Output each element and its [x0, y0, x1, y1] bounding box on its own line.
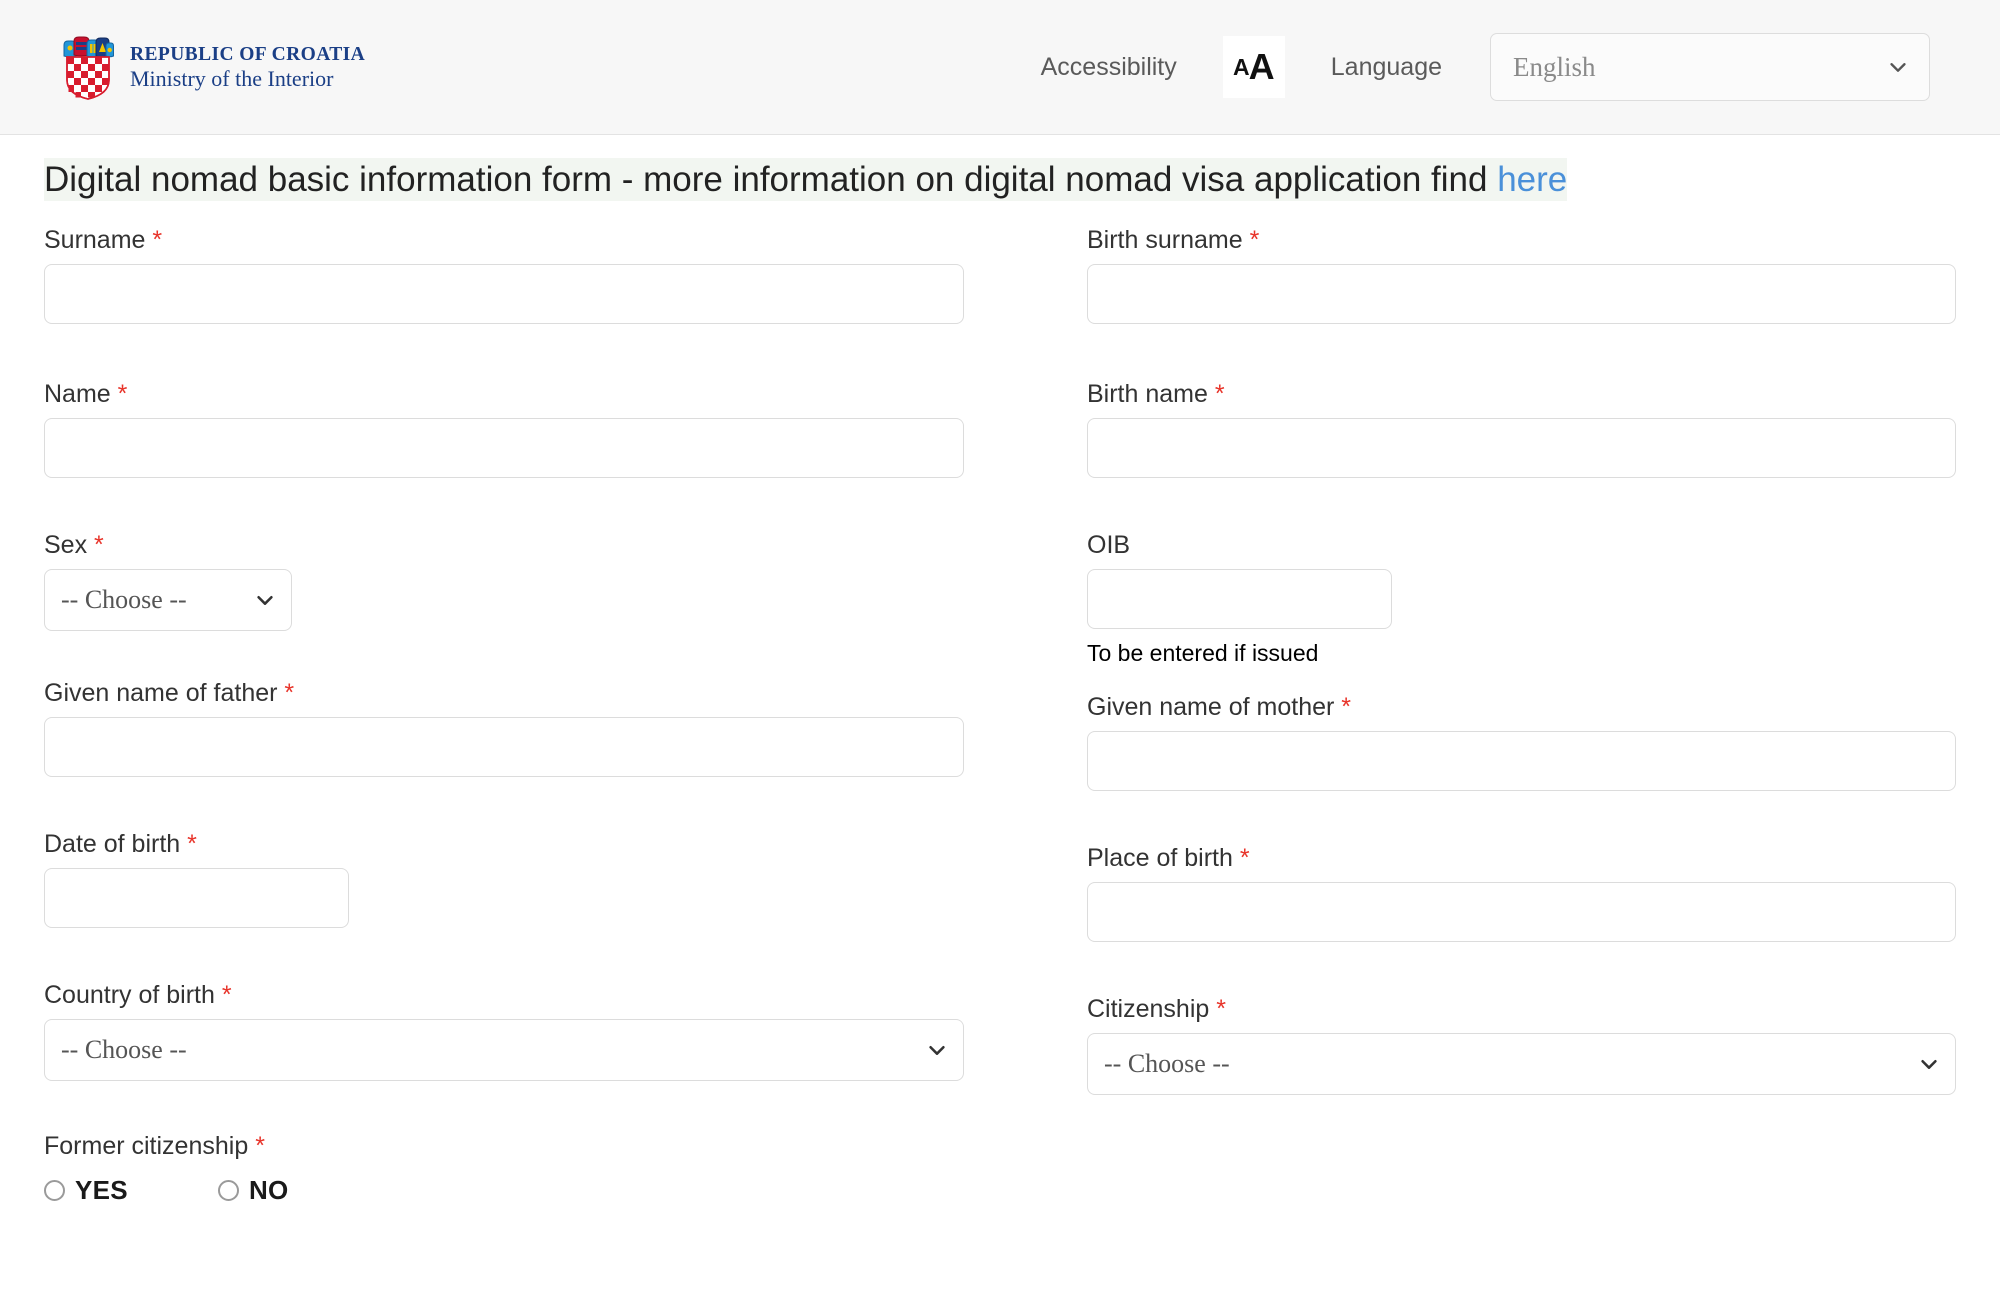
page-title: Digital nomad basic information form - m… [44, 157, 1956, 203]
field-date-of-birth: Date of birth * [44, 829, 964, 928]
place-of-birth-label-text: Place of birth [1087, 844, 1233, 873]
brand-text: REPUBLIC OF CROATIA Ministry of the Inte… [130, 43, 365, 92]
former-citizenship-label: Former citizenship * [44, 1131, 964, 1161]
field-country-of-birth: Country of birth * -- Choose -- [44, 980, 964, 1081]
field-former-citizenship: Former citizenship * YES NO [44, 1131, 964, 1206]
birth-name-label: Birth name * [1087, 379, 1956, 409]
required-marker: * [1341, 693, 1352, 722]
required-marker: * [152, 225, 163, 254]
croatian-coat-of-arms-icon [63, 36, 114, 100]
country-of-birth-label: Country of birth * [44, 980, 964, 1010]
text-size-large-a: A [1248, 46, 1275, 87]
field-surname: Surname * [44, 225, 964, 324]
citizenship-select-value: -- Choose -- [1087, 1033, 1956, 1096]
sex-select[interactable]: -- Choose -- [44, 568, 292, 631]
mother-given-name-input[interactable] [1087, 731, 1956, 792]
header-tools: Accessibility A A Language English [1041, 33, 1938, 101]
brand-country-name: REPUBLIC OF CROATIA [130, 43, 366, 65]
birth-surname-label-text: Birth surname [1087, 225, 1243, 254]
former-citizenship-option-no[interactable]: NO [217, 1174, 289, 1206]
birth-name-input[interactable] [1087, 417, 1956, 478]
field-name: Name * [44, 379, 964, 478]
father-given-name-label: Given name of father * [44, 678, 964, 708]
country-of-birth-select-value: -- Choose -- [44, 1018, 964, 1081]
field-birth-name: Birth name * [1087, 379, 1956, 478]
language-select[interactable]: English [1490, 33, 1930, 101]
date-of-birth-label: Date of birth * [44, 829, 964, 859]
oib-input[interactable] [1087, 568, 1392, 629]
date-of-birth-input[interactable] [44, 867, 349, 928]
text-size-icon[interactable]: A A [1222, 36, 1285, 98]
language-select-value: English [1513, 51, 1596, 82]
name-label: Name * [44, 379, 964, 409]
required-marker: * [221, 980, 232, 1009]
field-sex: Sex * -- Choose -- [44, 530, 964, 631]
birth-name-label-text: Birth name [1087, 379, 1208, 408]
former-citizenship-label-text: Former citizenship [44, 1131, 249, 1160]
country-of-birth-select[interactable]: -- Choose -- [44, 1018, 964, 1081]
required-marker: * [117, 379, 128, 408]
father-given-name-input[interactable] [44, 716, 964, 777]
citizenship-label: Citizenship * [1087, 994, 1956, 1024]
brand-logo-group[interactable]: REPUBLIC OF CROATIA Ministry of the Inte… [62, 34, 365, 100]
site-header: REPUBLIC OF CROATIA Ministry of the Inte… [0, 0, 2000, 135]
required-marker: * [1216, 995, 1226, 1024]
father-given-name-label-text: Given name of father [44, 678, 278, 707]
required-marker: * [284, 678, 295, 707]
place-of-birth-input[interactable] [1087, 882, 1956, 943]
name-input[interactable] [44, 417, 964, 478]
radio-circle-icon[interactable] [44, 1179, 65, 1201]
accessibility-label: Accessibility [1040, 52, 1177, 81]
text-size-small-a: A [1232, 53, 1250, 80]
required-marker: * [1239, 844, 1250, 873]
field-place-of-birth: Place of birth * [1087, 843, 1956, 943]
page-body: Digital nomad basic information form - m… [0, 157, 2000, 1206]
field-oib: OIB To be entered if issued [1087, 530, 1956, 668]
required-marker: * [255, 1131, 265, 1160]
radio-circle-icon[interactable] [217, 1179, 239, 1201]
field-birth-surname: Birth surname * [1087, 225, 1956, 324]
date-of-birth-label-text: Date of birth [44, 829, 181, 858]
birth-surname-label: Birth surname * [1087, 225, 1956, 255]
field-father-given-name: Given name of father * [44, 678, 964, 777]
chevron-down-icon [1890, 63, 1906, 72]
form-grid: Surname * Name * Sex * -- Choose -- Give… [44, 225, 1956, 1206]
field-mother-given-name: Given name of mother * [1087, 692, 1956, 792]
former-citizenship-option-yes-label: YES [75, 1174, 128, 1205]
oib-helper-text: To be entered if issued [1087, 639, 1319, 666]
mother-given-name-label: Given name of mother * [1087, 692, 1956, 722]
form-column-left: Surname * Name * Sex * -- Choose -- Give… [44, 225, 1024, 1206]
required-marker: * [94, 530, 104, 559]
sex-select-value: -- Choose -- [44, 568, 292, 631]
mother-given-name-label-text: Given name of mother [1087, 693, 1335, 722]
surname-input[interactable] [44, 263, 964, 324]
more-information-link[interactable]: here [1497, 160, 1567, 199]
page-title-text: Digital nomad basic information form - m… [44, 160, 1498, 199]
place-of-birth-label: Place of birth * [1087, 843, 1956, 873]
surname-label: Surname * [44, 225, 964, 255]
form-column-right: Birth surname * Birth name * OIB To be e… [1025, 225, 1956, 1206]
surname-label-text: Surname [44, 225, 146, 254]
former-citizenship-radio-group: YES NO [44, 1175, 964, 1206]
required-marker: * [1249, 225, 1260, 254]
oib-label: OIB [1087, 530, 1131, 559]
language-label: Language [1330, 52, 1442, 81]
name-label-text: Name [44, 379, 111, 408]
field-citizenship: Citizenship * -- Choose -- [1087, 994, 1956, 1096]
sex-label-text: Sex [44, 530, 88, 559]
birth-surname-input[interactable] [1087, 263, 1956, 324]
citizenship-label-text: Citizenship [1087, 995, 1210, 1024]
former-citizenship-option-yes[interactable]: YES [44, 1175, 128, 1206]
required-marker: * [1214, 379, 1225, 408]
country-of-birth-label-text: Country of birth [44, 980, 215, 1009]
sex-label: Sex * [44, 530, 964, 560]
former-citizenship-option-no-label: NO [248, 1174, 289, 1205]
citizenship-select[interactable]: -- Choose -- [1087, 1033, 1956, 1096]
brand-ministry-name: Ministry of the Interior [130, 65, 334, 91]
required-marker: * [187, 829, 197, 858]
